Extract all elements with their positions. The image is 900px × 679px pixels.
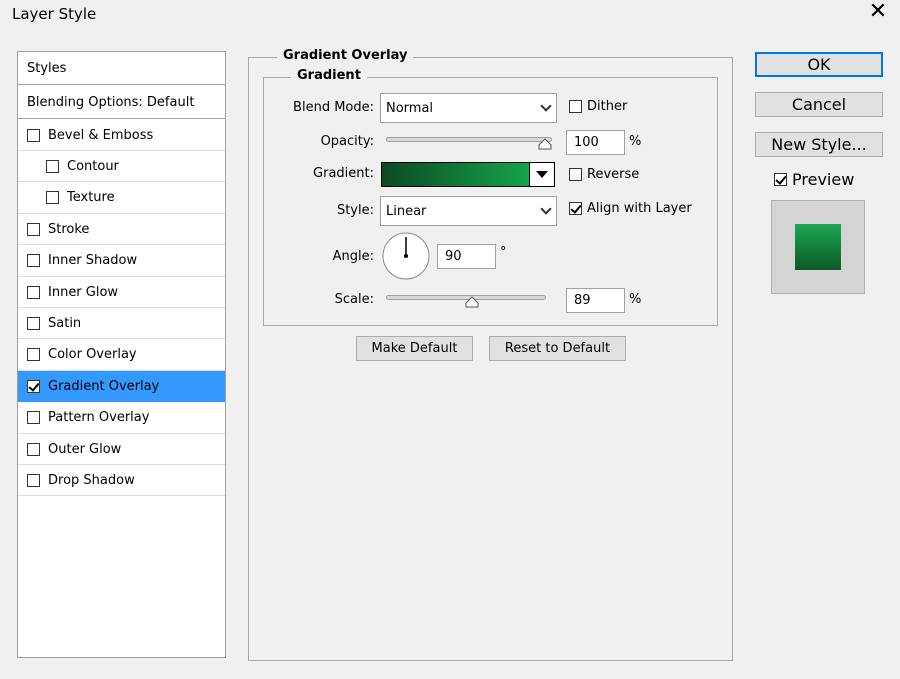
style-checkbox[interactable] (27, 254, 40, 268)
dither-checkbox[interactable] (569, 100, 582, 113)
dither-checkbox-row[interactable]: Dither (569, 99, 627, 114)
blend-mode-label: Blend Mode: (293, 100, 374, 115)
style-item-label: Inner Glow (48, 284, 119, 300)
angle-dial[interactable] (381, 231, 431, 281)
gradient-label: Gradient: (313, 166, 374, 181)
blending-options-row[interactable]: Blending Options: Default (18, 87, 225, 119)
opacity-slider-track[interactable] (386, 137, 552, 142)
styles-item-texture[interactable]: Texture (18, 183, 225, 214)
gradient-picker[interactable] (381, 162, 555, 187)
style-item-label: Pattern Overlay (48, 410, 150, 426)
styles-list-panel: Styles Blending Options: Default Bevel &… (17, 51, 226, 658)
angle-input[interactable]: 90 (437, 244, 496, 269)
cancel-button[interactable]: Cancel (755, 92, 883, 117)
style-checkbox[interactable] (27, 379, 40, 393)
opacity-label: Opacity: (320, 134, 374, 149)
make-default-button[interactable]: Make Default (356, 336, 473, 361)
dither-label: Dither (587, 99, 628, 114)
style-checkbox[interactable] (27, 285, 40, 299)
styles-item-bevel-emboss[interactable]: Bevel & Emboss (18, 120, 225, 151)
style-item-label: Drop Shadow (48, 472, 135, 488)
gradient-preview-bar[interactable] (382, 163, 529, 186)
preview-checkbox[interactable] (774, 173, 787, 186)
opacity-input[interactable]: 100 (566, 130, 625, 155)
preview-swatch (795, 224, 841, 270)
style-item-label: Gradient Overlay (48, 378, 160, 394)
styles-item-drop-shadow[interactable]: Drop Shadow (18, 465, 225, 497)
style-checkbox[interactable] (46, 159, 59, 173)
style-checkbox[interactable] (27, 473, 40, 487)
scale-input[interactable]: 89 (566, 288, 625, 313)
opacity-slider-thumb[interactable] (538, 138, 552, 150)
scale-label: Scale: (334, 292, 374, 307)
chevron-down-icon (540, 100, 552, 112)
opacity-unit: % (629, 134, 642, 149)
new-style-button[interactable]: New Style... (755, 132, 883, 157)
reverse-checkbox-row[interactable]: Reverse (569, 167, 639, 182)
styles-item-outer-glow[interactable]: Outer Glow (18, 434, 225, 465)
style-item-label: Stroke (48, 221, 90, 237)
style-item-label: Texture (67, 190, 115, 206)
styles-item-pattern-overlay[interactable]: Pattern Overlay (18, 403, 225, 434)
styles-item-inner-shadow[interactable]: Inner Shadow (18, 246, 225, 277)
style-item-label: Inner Shadow (48, 253, 138, 269)
style-checkbox[interactable] (27, 222, 40, 236)
chevron-down-icon (540, 203, 552, 215)
style-value: Linear (386, 203, 427, 219)
gradient-group-heading: Gradient (291, 68, 367, 83)
style-checkbox[interactable] (27, 442, 40, 456)
styles-item-gradient-overlay[interactable]: Gradient Overlay (18, 371, 225, 403)
style-item-label: Color Overlay (48, 347, 137, 363)
gradient-dropdown-button[interactable] (529, 163, 553, 186)
scale-slider-thumb[interactable] (465, 296, 479, 308)
style-item-label: Satin (48, 315, 82, 331)
reverse-label: Reverse (587, 167, 640, 182)
styles-item-satin[interactable]: Satin (18, 308, 225, 340)
style-preview-box (771, 200, 865, 294)
align-with-layer-row[interactable]: Align with Layer (569, 201, 692, 216)
angle-label: Angle: (332, 249, 374, 264)
blend-mode-select[interactable]: Normal (380, 93, 557, 123)
style-label: Style: (336, 203, 374, 218)
style-item-label: Contour (67, 158, 119, 174)
blend-mode-value: Normal (386, 100, 434, 116)
styles-item-color-overlay[interactable]: Color Overlay (18, 340, 225, 371)
scale-unit: % (629, 292, 642, 307)
triangle-down-icon (535, 171, 548, 178)
styles-item-stroke[interactable]: Stroke (18, 214, 225, 246)
style-item-label: Outer Glow (48, 441, 122, 457)
dialog-title: Layer Style (12, 5, 97, 23)
gradient-overlay-heading: Gradient Overlay (277, 48, 414, 63)
styles-item-contour[interactable]: Contour (18, 151, 225, 183)
styles-header-row[interactable]: Styles (18, 52, 225, 85)
blending-options-label: Blending Options: Default (27, 95, 195, 110)
style-select[interactable]: Linear (380, 196, 557, 226)
style-item-label: Bevel & Emboss (48, 127, 154, 143)
reverse-checkbox[interactable] (569, 168, 582, 181)
close-icon[interactable]: ✕ (866, 0, 890, 26)
align-with-layer-checkbox[interactable] (569, 202, 582, 215)
angle-unit: ° (500, 245, 507, 260)
style-checkbox[interactable] (27, 411, 40, 425)
preview-label: Preview (792, 170, 855, 189)
ok-button[interactable]: OK (755, 52, 883, 77)
style-checkbox[interactable] (27, 348, 40, 362)
style-checkbox[interactable] (27, 316, 40, 330)
style-checkbox[interactable] (27, 128, 40, 142)
style-checkbox[interactable] (46, 191, 59, 205)
align-with-layer-label: Align with Layer (587, 201, 692, 216)
styles-item-inner-glow[interactable]: Inner Glow (18, 277, 225, 308)
preview-checkbox-row[interactable]: Preview (774, 170, 854, 189)
reset-to-default-button[interactable]: Reset to Default (489, 336, 626, 361)
styles-header-label: Styles (27, 60, 67, 76)
